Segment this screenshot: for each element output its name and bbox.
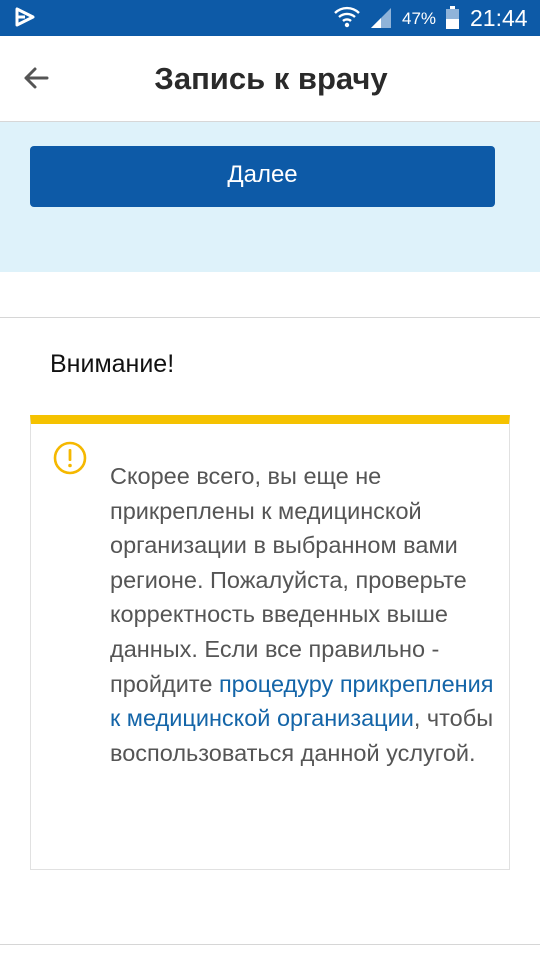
- app-notification-icon: [14, 6, 36, 28]
- status-bar: 47% 21:44: [0, 0, 540, 36]
- notice-heading: Внимание!: [50, 350, 175, 378]
- exclamation-circle-icon: [53, 441, 87, 475]
- warning-text-start: Скорее всего, вы еще не прикреплены к ме…: [110, 463, 467, 697]
- battery-percentage: 47%: [402, 9, 437, 28]
- warning-card: Скорее всего, вы еще не прикреплены к ме…: [30, 415, 510, 870]
- wifi-icon: [334, 5, 360, 29]
- page-title: Запись к врачу: [154, 61, 388, 96]
- app-bar: Запись к врачу: [0, 36, 540, 122]
- divider: [0, 317, 540, 318]
- signal-icon: [369, 6, 393, 30]
- divider: [0, 944, 540, 945]
- action-section: Далее: [0, 122, 540, 272]
- warning-message: Скорее всего, вы еще не прикреплены к ме…: [110, 459, 500, 770]
- battery-icon: [446, 6, 459, 29]
- next-button[interactable]: Далее: [30, 146, 495, 207]
- clock: 21:44: [470, 5, 528, 31]
